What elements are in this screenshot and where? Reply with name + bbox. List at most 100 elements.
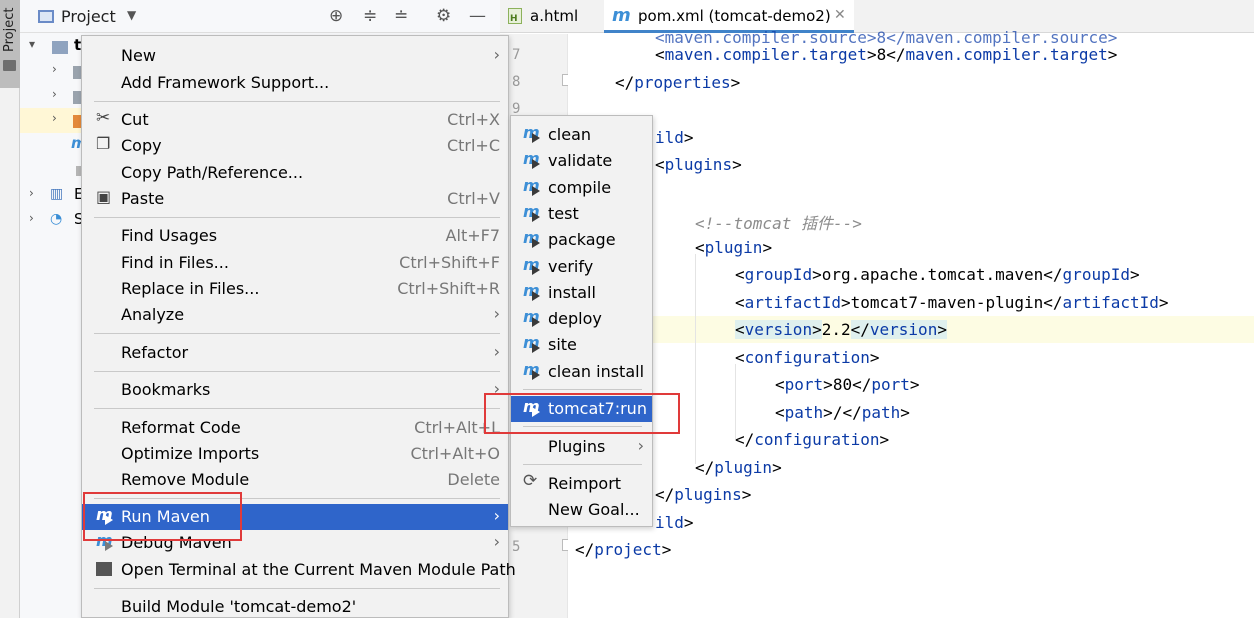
annotation-box-run-maven: [83, 492, 242, 541]
chevron-right-icon[interactable]: ›: [52, 87, 57, 101]
menu-item-add-framework-support[interactable]: Add Framework Support...: [82, 70, 508, 96]
indent-guide: [735, 364, 736, 439]
menu-item-label: Refactor: [121, 343, 189, 362]
menu-item-label: Reimport: [548, 474, 622, 493]
code-line: </project>: [575, 540, 672, 559]
terminal-icon: [96, 562, 112, 576]
maven-goal-verify[interactable]: m verify: [511, 254, 652, 280]
menu-separator: [94, 333, 500, 334]
chevron-right-icon[interactable]: ›: [52, 111, 57, 125]
menu-item-label: Copy: [121, 136, 162, 155]
chevron-down-icon[interactable]: ▼: [127, 8, 136, 22]
tab-a-html[interactable]: H a.html: [500, 0, 604, 33]
menu-item-label: clean: [548, 125, 592, 144]
menu-item-label: package: [548, 230, 616, 249]
maven-goal-package[interactable]: m package: [511, 227, 652, 253]
menu-item-replace-in-files[interactable]: Replace in Files... Ctrl+Shift+R: [82, 276, 508, 302]
chevron-right-icon[interactable]: ›: [29, 211, 34, 225]
menu-item-copy-path[interactable]: Copy Path/Reference...: [82, 160, 508, 186]
code-line: <artifactId>tomcat7-maven-plugin</artifa…: [735, 293, 1169, 312]
menu-item-plugins[interactable]: Plugins ›: [511, 434, 652, 460]
maven-run-icon: m: [523, 255, 540, 275]
menu-item-label: Bookmarks: [121, 380, 211, 399]
menu-item-new[interactable]: New ›: [82, 43, 508, 69]
maven-goal-install[interactable]: m install: [511, 280, 652, 306]
chevron-right-icon[interactable]: ›: [52, 62, 57, 76]
crosshair-icon[interactable]: ⊕: [329, 6, 343, 26]
maven-file-icon: m: [612, 5, 631, 26]
project-tool-tab[interactable]: Project: [0, 0, 20, 88]
menu-item-find-in-files[interactable]: Find in Files... Ctrl+Shift+F: [82, 250, 508, 276]
menu-item-bookmarks[interactable]: Bookmarks ›: [82, 377, 508, 403]
menu-item-cut[interactable]: ✂ Cut Ctrl+X: [82, 107, 508, 133]
maven-goal-test[interactable]: m test: [511, 201, 652, 227]
menu-item-label: clean install: [548, 362, 645, 381]
menu-item-reformat-code[interactable]: Reformat Code Ctrl+Alt+L: [82, 415, 508, 441]
expand-all-icon[interactable]: ≑: [363, 6, 377, 26]
code-line: <maven.compiler.target>8</maven.compiler…: [655, 45, 1118, 64]
menu-item-paste[interactable]: ▣ Paste Ctrl+V: [82, 186, 508, 212]
maven-run-icon: m: [523, 360, 540, 380]
clipboard-icon: ▣: [96, 187, 112, 206]
gear-icon[interactable]: ⚙: [436, 6, 451, 26]
menu-item-analyze[interactable]: Analyze ›: [82, 302, 508, 328]
chevron-right-icon: ›: [493, 304, 500, 323]
project-panel-title[interactable]: Project: [61, 7, 116, 26]
target-folder-icon: [73, 115, 81, 128]
html-file-icon: H: [508, 8, 522, 24]
maven-goal-validate[interactable]: m validate: [511, 148, 652, 174]
menu-item-open-terminal[interactable]: Open Terminal at the Current Maven Modul…: [82, 557, 516, 583]
maven-goal-clean[interactable]: m clean: [511, 122, 652, 148]
libraries-icon: ▥: [50, 186, 64, 202]
maven-run-icon: m: [523, 176, 540, 196]
project-panel-header: Project ▼ ⊕ ≑ ≐ ⚙ —: [20, 0, 500, 33]
code-line: <port>80</port>: [775, 375, 920, 394]
collapse-all-icon[interactable]: ≐: [394, 6, 408, 26]
menu-separator: [94, 408, 500, 409]
close-icon[interactable]: ✕: [834, 7, 846, 23]
maven-run-icon: m: [523, 202, 540, 222]
menu-item-label: Paste: [121, 189, 165, 208]
menu-item-label: Reformat Code: [121, 418, 241, 437]
tool-window-strip: Project: [0, 0, 20, 618]
menu-item-reimport[interactable]: ⟳ Reimport: [511, 471, 652, 497]
chevron-right-icon[interactable]: ›: [29, 186, 34, 200]
maven-run-icon: m: [523, 228, 540, 248]
code-line: </plugin>: [695, 458, 782, 477]
menu-item-label: site: [548, 335, 577, 354]
maven-goal-clean-install[interactable]: m clean install: [511, 359, 652, 385]
menu-item-shortcut: Alt+F7: [445, 226, 500, 245]
maven-goal-compile[interactable]: m compile: [511, 175, 652, 201]
code-editor[interactable]: <maven.compiler.source>8</maven.compiler…: [568, 28, 1254, 618]
project-view-icon: [38, 10, 54, 23]
line-number: 7: [512, 47, 521, 63]
menu-item-label: deploy: [548, 309, 602, 328]
menu-item-remove-module[interactable]: Remove Module Delete: [82, 467, 508, 493]
code-line: <version>2.2</version>: [735, 320, 947, 339]
menu-item-find-usages[interactable]: Find Usages Alt+F7: [82, 223, 508, 249]
minimize-icon[interactable]: —: [469, 6, 486, 26]
code-line: </properties>: [615, 73, 741, 92]
chevron-right-icon: ›: [493, 45, 500, 64]
menu-item-build-module[interactable]: Build Module 'tomcat-demo2': [82, 594, 508, 618]
menu-item-label: Optimize Imports: [121, 444, 260, 463]
maven-run-icon: m: [523, 281, 540, 301]
menu-item-refactor[interactable]: Refactor ›: [82, 340, 508, 366]
maven-goal-site[interactable]: m site: [511, 332, 652, 358]
menu-item-label: Analyze: [121, 305, 185, 324]
folder-icon: [73, 66, 81, 79]
code-line: <plugin>: [695, 238, 773, 257]
menu-item-optimize-imports[interactable]: Optimize Imports Ctrl+Alt+O: [82, 441, 508, 467]
chevron-down-icon[interactable]: ▾: [29, 37, 35, 51]
menu-item-label: Open Terminal at the Current Maven Modul…: [121, 560, 516, 579]
chevron-right-icon: ›: [493, 506, 500, 525]
code-line: ild>: [655, 513, 694, 532]
maven-goal-deploy[interactable]: m deploy: [511, 306, 652, 332]
folder-icon: [3, 60, 16, 71]
chevron-right-icon: ›: [493, 532, 500, 551]
menu-item-label: Replace in Files...: [121, 279, 260, 298]
menu-item-new-goal[interactable]: New Goal...: [511, 497, 652, 523]
code-comment: <!--tomcat 插件-->: [695, 214, 862, 233]
menu-item-shortcut: Ctrl+Shift+R: [397, 279, 500, 298]
menu-item-copy[interactable]: ❐ Copy Ctrl+C: [82, 133, 508, 159]
